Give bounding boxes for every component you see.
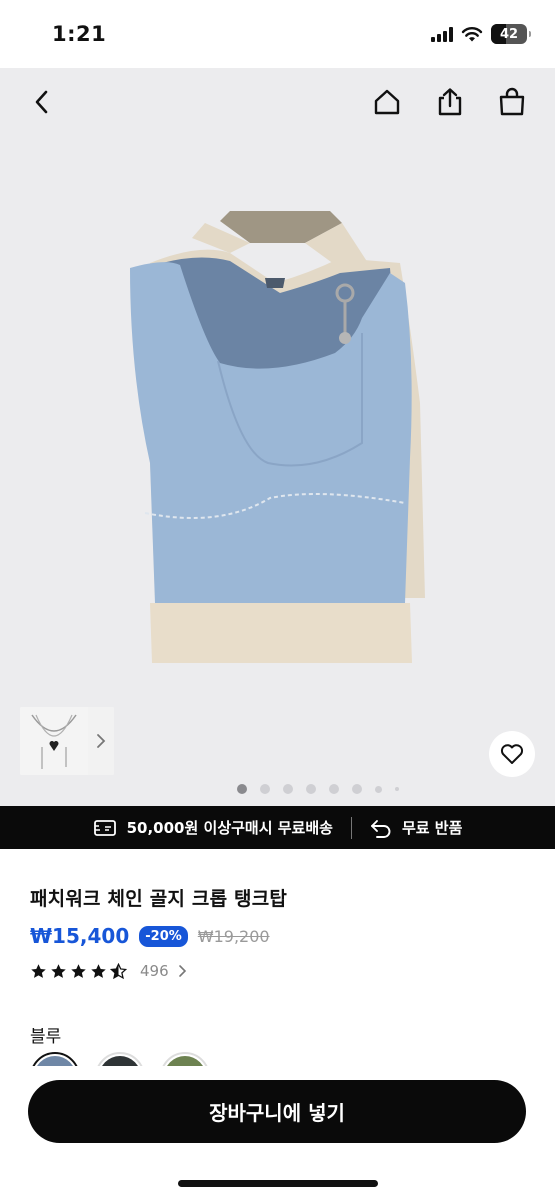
return-icon [371, 819, 391, 838]
status-icons: 42 [431, 24, 531, 44]
chevron-right-icon [97, 734, 106, 748]
page-dot[interactable] [328, 784, 339, 794]
wishlist-button[interactable] [489, 731, 535, 777]
home-icon [374, 89, 400, 115]
page-dot[interactable] [259, 784, 270, 794]
review-count[interactable]: 496 [140, 962, 169, 980]
page-dot[interactable] [374, 785, 382, 793]
delivery-icon [93, 819, 116, 836]
thumbnail-strip[interactable] [20, 707, 114, 775]
promo-banner: 50,000원 이상구매시 무료배송 무료 반품 [0, 806, 555, 849]
free-shipping-text: 50,000원 이상구매시 무료배송 [126, 819, 333, 837]
gallery-pagination [0, 784, 555, 794]
heart-icon [500, 744, 524, 764]
rating-row[interactable]: 496 [30, 962, 187, 980]
price-row: ₩15,400 -20% ₩19,200 [30, 924, 270, 948]
original-price: ₩19,200 [197, 926, 270, 946]
star-icon [91, 963, 106, 978]
star-icon [71, 963, 86, 978]
wifi-icon [461, 26, 483, 41]
product-title: 패치워크 체인 골지 크롭 탱크탑 [30, 888, 288, 910]
product-gallery[interactable] [0, 68, 555, 806]
share-icon [438, 88, 462, 116]
cart-button[interactable] [490, 80, 534, 124]
page-dot[interactable] [305, 784, 316, 794]
selected-color-label: 블루 [30, 1027, 62, 1047]
star-icon [51, 963, 66, 978]
home-indicator[interactable] [178, 1180, 378, 1187]
back-icon [35, 90, 48, 114]
status-time: 1:21 [52, 22, 107, 46]
thumbnail-next-button[interactable] [88, 707, 114, 775]
add-to-cart-button[interactable]: 장바구니에 넣기 [28, 1080, 526, 1143]
chevron-right-icon [178, 965, 186, 977]
battery-icon: 42 [491, 24, 531, 44]
shopping-bag-icon [499, 87, 525, 116]
page-dot[interactable] [351, 784, 362, 794]
page-dot[interactable] [394, 787, 399, 791]
home-button[interactable] [365, 80, 409, 124]
battery-level: 42 [499, 26, 519, 42]
status-bar: 1:21 42 [0, 0, 555, 68]
page-dot[interactable] [236, 784, 247, 794]
sale-price: ₩15,400 [30, 924, 130, 948]
necklace-thumbnail[interactable] [20, 707, 88, 775]
discount-badge: -20% [139, 925, 188, 947]
signal-icon [431, 26, 453, 42]
half-star-icon [110, 962, 127, 979]
page-dot[interactable] [282, 784, 293, 794]
product-image [130, 211, 425, 663]
free-return-text: 무료 반품 [401, 819, 463, 837]
back-button[interactable] [20, 80, 64, 124]
share-button[interactable] [428, 80, 472, 124]
star-icon [31, 963, 46, 978]
